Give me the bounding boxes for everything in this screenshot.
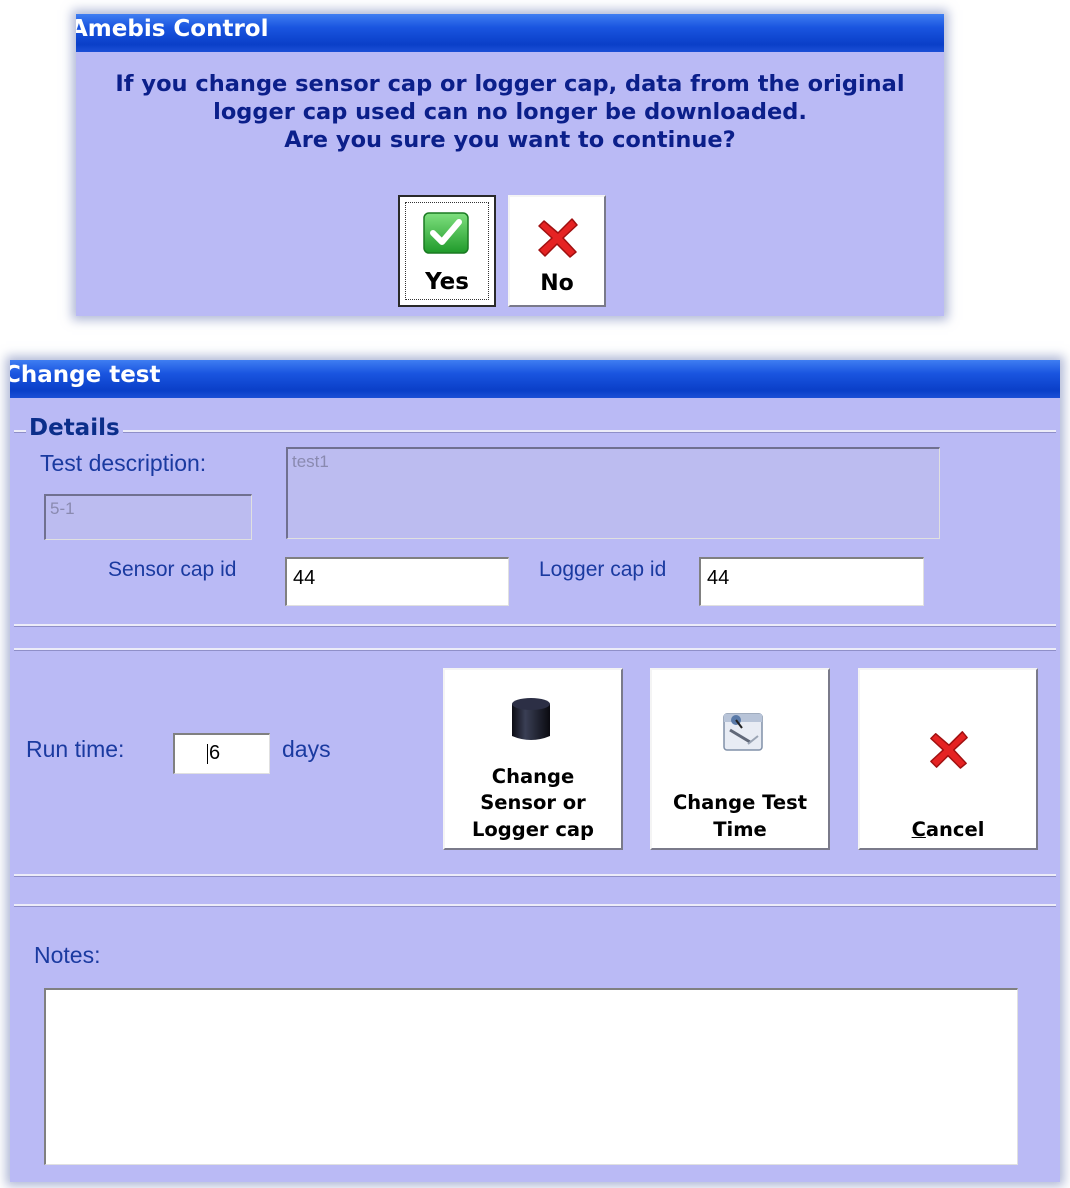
confirm-dialog: Amebis Control If you change sensor cap … [76,14,944,316]
cross-icon [930,731,968,769]
no-label: No [540,271,574,296]
test-id-field: 5-1 [44,494,252,540]
run-time-unit: days [282,736,331,762]
logger-cap-label: Logger cap id [539,558,667,581]
run-time-value: 6 [209,742,221,764]
cancel-label: Cancel [860,817,1036,843]
cancel-label-rest: ancel [925,818,985,841]
change-test-time-button[interactable]: Change Test Time [650,668,830,850]
cancel-button[interactable]: Cancel [858,668,1038,850]
action-group-bottom [14,874,1056,877]
cross-icon [538,218,578,258]
yes-label: Yes [425,269,469,295]
change-cap-line-1: Change [491,765,575,788]
text-cursor [207,743,208,764]
run-time-input[interactable]: 6 [173,733,270,774]
yes-button[interactable]: Yes [398,195,496,307]
notes-group-top [14,904,1056,907]
change-test-titlebar[interactable]: Change test [10,360,1060,398]
change-cap-line-2: Sensor or [480,791,586,814]
confirm-message-line-3: Are you sure you want to continue? [284,127,736,153]
details-group-border [14,430,1056,433]
confirm-dialog-titlebar[interactable]: Amebis Control [76,14,944,52]
no-button[interactable]: No [508,195,606,307]
change-test-dialog: Change test Details Test description: 5-… [10,360,1060,1182]
run-time-label: Run time: [26,736,125,762]
sensor-cap-icon [512,698,550,740]
logger-cap-input[interactable]: 44 [699,557,924,606]
confirm-message-line-2: logger cap used can no longer be downloa… [213,99,807,125]
details-group-bottom [14,624,1056,627]
change-time-line-1: Change Test [672,791,808,814]
change-test-title: Change test [10,362,161,388]
details-legend: Details [26,415,123,441]
test-description-label: Test description: [40,450,207,476]
sensor-cap-input[interactable]: 44 [285,557,509,606]
sensor-cap-label: Sensor cap id [108,558,237,581]
check-icon [423,212,469,254]
confirm-dialog-title: Amebis Control [76,16,269,42]
notes-textarea[interactable] [44,988,1018,1165]
change-cap-line-3: Logger cap [471,818,595,841]
test-description-field: test1 [286,447,940,539]
cancel-mnemonic: C [911,818,926,841]
change-time-line-2: Time [713,818,767,841]
confirm-message: If you change sensor cap or logger cap, … [76,70,944,154]
action-group-top [14,648,1056,651]
change-sensor-logger-cap-button[interactable]: Change Sensor or Logger cap [443,668,623,850]
confirm-message-line-1: If you change sensor cap or logger cap, … [115,71,905,97]
clock-document-icon [723,713,763,751]
notes-label: Notes: [34,942,101,968]
